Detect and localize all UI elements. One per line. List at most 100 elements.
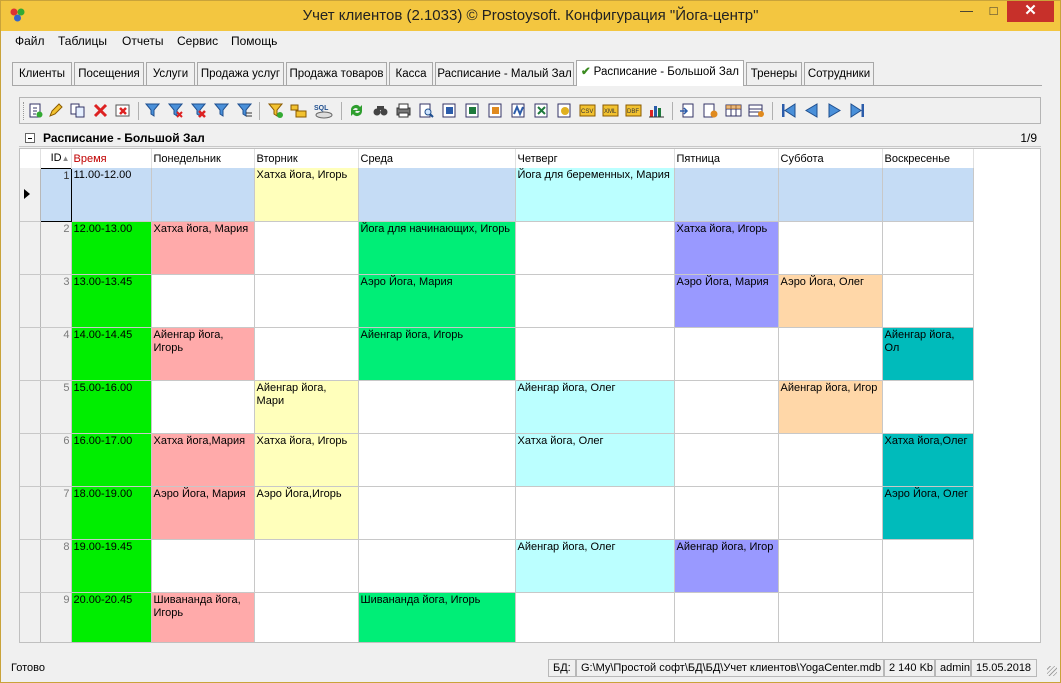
add-icon[interactable] (27, 102, 44, 119)
cell-time[interactable]: 19.00-19.45 (71, 539, 152, 593)
cell-sat[interactable] (778, 592, 883, 642)
cell-time[interactable]: 13.00-13.45 (71, 274, 152, 328)
cell-mon[interactable]: Хатха йога,Мария (151, 433, 255, 487)
column-header-saturday[interactable]: Суббота (778, 149, 883, 168)
column-header-wednesday[interactable]: Среда (358, 149, 516, 168)
cell-id[interactable]: 9 (40, 592, 72, 642)
delete-all-icon[interactable] (114, 102, 131, 119)
export-xml-icon[interactable]: XML (602, 102, 619, 119)
cell-thu[interactable] (515, 221, 675, 275)
cell-fri[interactable] (674, 486, 779, 540)
print-icon[interactable] (395, 102, 412, 119)
row-indicator[interactable] (20, 592, 41, 642)
cell-sun[interactable] (882, 274, 974, 328)
cell-wed[interactable]: Шивананда йога, Игорь (358, 592, 516, 642)
maximize-button[interactable]: □ (980, 1, 1007, 22)
table-row[interactable]: 5 15.00-16.00 Айенгар йога, Мари Айенгар йо… (20, 380, 974, 434)
cell-mon[interactable]: Аэро Йога, Мария (151, 486, 255, 540)
column-header-thursday[interactable]: Четверг (515, 149, 675, 168)
minimize-button[interactable]: — (953, 1, 980, 22)
cell-mon[interactable] (151, 274, 255, 328)
cell-tue[interactable] (254, 221, 359, 275)
resize-grip[interactable] (1047, 666, 1057, 676)
column-header-friday[interactable]: Пятница (674, 149, 779, 168)
row-indicator[interactable] (20, 221, 41, 275)
preview-icon[interactable] (418, 102, 435, 119)
column-header-sunday[interactable]: Воскресенье (882, 149, 974, 168)
cell-id[interactable]: 4 (40, 327, 72, 381)
cell-fri[interactable] (674, 168, 779, 222)
filter-clear-icon[interactable] (190, 102, 207, 119)
table-row[interactable]: 4 14.00-14.45 Айенгар йога, Игорь Айенгар й… (20, 327, 974, 381)
table-row[interactable]: 3 13.00-13.45 Аэро Йога, Мария Аэро Йога, М… (20, 274, 974, 328)
cell-id[interactable]: 8 (40, 539, 72, 593)
cell-mon[interactable] (151, 380, 255, 434)
cell-sun[interactable]: Хатха йога,Олег (882, 433, 974, 487)
table-row[interactable]: 8 19.00-19.45 Айенгар йога, Олег Айенгар йо… (20, 539, 974, 593)
cell-mon[interactable]: Айенгар йога, Игорь (151, 327, 255, 381)
cell-mon[interactable] (151, 168, 255, 222)
tab-schedule-big-hall[interactable]: ✔ Расписание - Большой Зал (576, 60, 744, 86)
cell-thu[interactable]: Йога для беременных, Мария (515, 168, 675, 222)
cell-sun[interactable] (882, 539, 974, 593)
cell-time[interactable]: 14.00-14.45 (71, 327, 152, 381)
table-row[interactable]: 6 16.00-17.00 Хатха йога,Мария Хатха йога, … (20, 433, 974, 487)
cell-sat[interactable] (778, 539, 883, 593)
export-dbf-icon[interactable]: DBF (625, 102, 642, 119)
cell-fri[interactable]: Аэро Йога, Мария (674, 274, 779, 328)
cell-mon[interactable]: Шивананда йога, Игорь (151, 592, 255, 642)
find-icon[interactable] (372, 102, 389, 119)
cell-tue[interactable] (254, 592, 359, 642)
column-header-time[interactable]: Время (71, 149, 152, 168)
filter-remove-icon[interactable] (167, 102, 184, 119)
cell-wed[interactable]: Айенгар йога, Игорь (358, 327, 516, 381)
cell-wed[interactable] (358, 380, 516, 434)
export-word-icon[interactable] (441, 102, 458, 119)
column-header-id[interactable]: ID▲ (40, 149, 72, 168)
close-button[interactable]: ✕ (1007, 1, 1054, 22)
cell-sat[interactable]: Аэро Йога, Олег (778, 274, 883, 328)
table-row[interactable]: 1 11.00-12.00 Хатха йога, Игорь Йога для бе… (20, 167, 974, 222)
cell-wed[interactable] (358, 433, 516, 487)
tab-visits[interactable]: Посещения (74, 62, 144, 85)
cell-time[interactable]: 18.00-19.00 (71, 486, 152, 540)
cell-sun[interactable] (882, 592, 974, 642)
cell-id[interactable]: 3 (40, 274, 72, 328)
delete-icon[interactable] (92, 102, 109, 119)
filter-advanced-icon[interactable] (267, 102, 284, 119)
cell-tue[interactable] (254, 327, 359, 381)
cell-sat[interactable] (778, 168, 883, 222)
cell-thu[interactable]: Айенгар йога, Олег (515, 539, 675, 593)
row-indicator[interactable] (20, 380, 41, 434)
table-row[interactable]: 2 12.00-13.00 Хатха йога, Мария Йога для на… (20, 221, 974, 275)
cell-fri[interactable] (674, 433, 779, 487)
table-row[interactable]: 7 18.00-19.00 Аэро Йога, Мария Аэро Йога,Иг… (20, 486, 974, 540)
cell-time[interactable]: 16.00-17.00 (71, 433, 152, 487)
cell-sat[interactable] (778, 327, 883, 381)
cell-wed[interactable] (358, 486, 516, 540)
tab-goods-sales[interactable]: Продажа товаров (286, 62, 387, 85)
export-text-icon[interactable] (556, 102, 573, 119)
cell-sat[interactable] (778, 433, 883, 487)
cell-thu[interactable] (515, 486, 675, 540)
cell-wed[interactable]: Аэро Йога, Мария (358, 274, 516, 328)
collapse-icon[interactable] (25, 133, 35, 143)
cell-id[interactable]: 6 (40, 433, 72, 487)
menu-reports[interactable]: Отчеты (122, 34, 163, 48)
cell-thu[interactable] (515, 327, 675, 381)
export-rtf-icon[interactable] (510, 102, 527, 119)
cell-time[interactable]: 12.00-13.00 (71, 221, 152, 275)
cell-fri[interactable]: Хатха йога, Игорь (674, 221, 779, 275)
menu-tables[interactable]: Таблицы (58, 34, 107, 48)
export-xls-icon[interactable] (533, 102, 550, 119)
cell-sun[interactable] (882, 221, 974, 275)
cell-fri[interactable] (674, 592, 779, 642)
cell-time[interactable]: 20.00-20.45 (71, 592, 152, 642)
cell-thu[interactable] (515, 274, 675, 328)
tab-services[interactable]: Услуги (146, 62, 195, 85)
cell-tue[interactable]: Хатха йога, Игорь (254, 433, 359, 487)
refresh-icon[interactable] (348, 102, 365, 119)
menu-help[interactable]: Помощь (231, 34, 277, 48)
last-record-icon[interactable] (849, 102, 866, 119)
cell-fri[interactable] (674, 327, 779, 381)
